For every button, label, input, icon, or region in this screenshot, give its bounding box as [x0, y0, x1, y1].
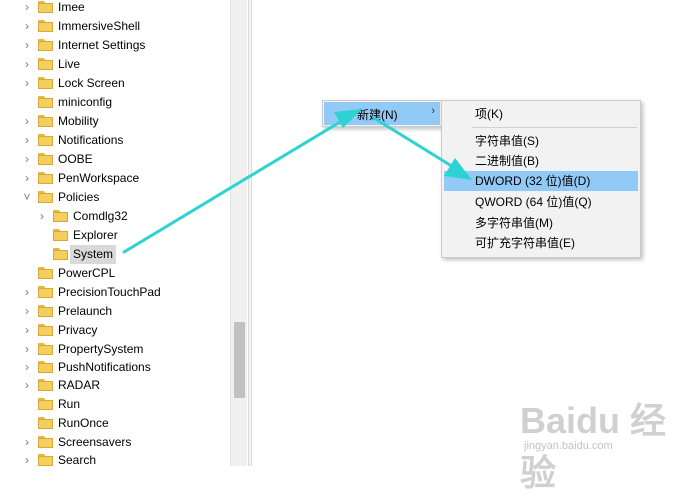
folder-icon: [38, 324, 53, 336]
menu-item-qword-value[interactable]: QWORD (64 位)值(Q): [444, 192, 638, 212]
tree-item-label: ImmersiveShell: [58, 19, 141, 33]
tree-item-label: miniconfig: [58, 95, 113, 109]
folder-icon: [38, 361, 53, 373]
folder-icon: [53, 248, 68, 260]
menu-item-label: 项(K): [475, 107, 503, 121]
folder-icon: [38, 436, 53, 448]
tree-item-label: PrecisionTouchPad: [58, 285, 161, 299]
tree-item-label: Comdlg32: [73, 209, 128, 223]
chevron-right-icon[interactable]: ›: [22, 112, 32, 131]
tree-item-label: RunOnce: [58, 416, 109, 430]
tree-item-label: Search: [58, 453, 97, 466]
folder-icon: [53, 210, 68, 222]
watermark: Baidu 经验 jingyan.baidu.com: [520, 392, 670, 493]
tree-item-label: Mobility: [58, 114, 99, 128]
menu-item-dword-value[interactable]: DWORD (32 位)值(D): [444, 171, 638, 191]
folder-icon: [38, 286, 53, 298]
menu-item-label: DWORD (32 位)值(D): [475, 174, 591, 188]
submenu-arrow-icon: ›: [431, 105, 435, 117]
menu-separator: [472, 127, 637, 128]
folder-icon: [38, 343, 53, 355]
chevron-right-icon[interactable]: ›: [22, 169, 32, 188]
tree-item-label: System: [70, 245, 117, 264]
menu-item-key[interactable]: 项(K): [444, 104, 638, 124]
tree-item-label: Run: [58, 397, 81, 411]
menu-item-label: 多字符串值(M): [475, 216, 553, 230]
tree-item-label: Explorer: [73, 228, 118, 242]
folder-icon: [38, 1, 53, 13]
folder-icon: [38, 454, 53, 466]
registry-tree: › Imee › ImmersiveShell › Internet Setti…: [0, 0, 230, 466]
chevron-right-icon[interactable]: ›: [22, 17, 32, 36]
context-menu: 新建(N) ›: [322, 100, 442, 127]
chevron-right-icon[interactable]: ›: [22, 131, 32, 150]
folder-icon: [38, 58, 53, 70]
menu-item-label: 二进制值(B): [475, 154, 539, 168]
folder-icon: [38, 134, 53, 146]
folder-icon: [38, 398, 53, 410]
chevron-right-icon[interactable]: ›: [22, 321, 32, 340]
folder-icon: [53, 229, 68, 241]
tree-item-label: Prelaunch: [58, 304, 113, 318]
tree-item-label: Notifications: [58, 133, 124, 147]
folder-icon: [38, 20, 53, 32]
watermark-url: jingyan.baidu.com: [524, 440, 613, 452]
pane-splitter[interactable]: [248, 0, 252, 466]
menu-item-string-value[interactable]: 字符串值(S): [444, 131, 638, 151]
chevron-right-icon[interactable]: ›: [22, 340, 32, 359]
tree-item-label: PowerCPL: [58, 266, 116, 280]
chevron-right-icon[interactable]: ›: [22, 55, 32, 74]
tree-scrollbar[interactable]: [230, 0, 247, 466]
menu-item-label: 字符串值(S): [475, 134, 539, 148]
folder-icon: [38, 172, 53, 184]
tree-item-label: Internet Settings: [58, 38, 146, 52]
folder-icon: [38, 305, 53, 317]
chevron-right-icon[interactable]: ›: [37, 207, 47, 226]
tree-item-label: Live: [58, 57, 81, 71]
folder-icon: [38, 417, 53, 429]
folder-icon: [38, 39, 53, 51]
tree-item-label: RADAR: [58, 378, 101, 392]
tree-item-label: Privacy: [58, 323, 98, 337]
tree-item-label: Policies: [58, 190, 100, 204]
folder-icon: [38, 379, 53, 391]
tree-item-label: Screensavers: [58, 435, 132, 449]
chevron-right-icon[interactable]: ›: [22, 376, 32, 395]
tree-item-label: Imee: [58, 0, 85, 14]
tree-item-label: PropertySystem: [58, 342, 144, 356]
chevron-right-icon[interactable]: ›: [22, 36, 32, 55]
tree-item-label: OOBE: [58, 152, 93, 166]
chevron-right-icon[interactable]: ›: [22, 283, 32, 302]
menu-item-new-label: 新建(N): [357, 108, 398, 122]
tree-item-label: PenWorkspace: [58, 171, 140, 185]
chevron-right-icon[interactable]: ›: [22, 302, 32, 321]
chevron-down-icon[interactable]: ˅: [22, 188, 32, 207]
menu-item-label: 可扩充字符串值(E): [475, 236, 575, 250]
tree-item-label: PushNotifications: [58, 360, 151, 374]
folder-icon: [38, 77, 53, 89]
folder-icon: [38, 191, 53, 203]
new-submenu: 项(K) 字符串值(S) 二进制值(B) DWORD (32 位)值(D) QW…: [441, 100, 641, 258]
folder-icon: [38, 96, 53, 108]
menu-item-binary-value[interactable]: 二进制值(B): [444, 151, 638, 171]
chevron-right-icon[interactable]: ›: [22, 433, 32, 452]
chevron-right-icon[interactable]: ›: [22, 0, 32, 17]
scrollbar-thumb[interactable]: [234, 322, 245, 398]
folder-icon: [38, 267, 53, 279]
menu-item-expandable-string-value[interactable]: 可扩充字符串值(E): [444, 233, 638, 253]
chevron-right-icon[interactable]: ›: [22, 451, 32, 466]
tree-item-label: Lock Screen: [58, 76, 125, 90]
folder-icon: [38, 153, 53, 165]
chevron-right-icon[interactable]: ›: [22, 150, 32, 169]
folder-icon: [38, 115, 53, 127]
menu-item-multi-string-value[interactable]: 多字符串值(M): [444, 213, 638, 233]
menu-item-label: QWORD (64 位)值(Q): [475, 195, 592, 209]
chevron-right-icon[interactable]: ›: [22, 358, 32, 377]
chevron-right-icon[interactable]: ›: [22, 74, 32, 93]
menu-item-new[interactable]: 新建(N) ›: [324, 102, 440, 125]
